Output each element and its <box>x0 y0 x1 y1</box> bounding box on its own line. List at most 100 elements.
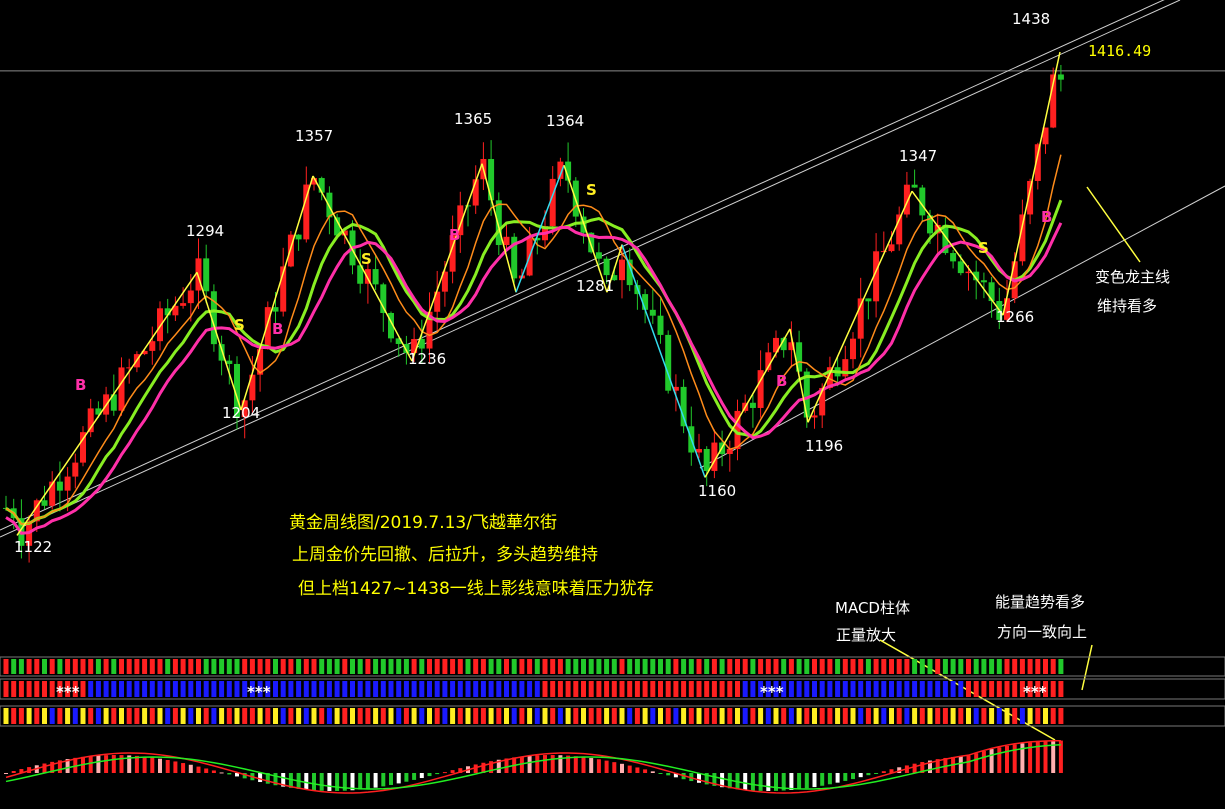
macd-bar <box>604 760 609 773</box>
candle-body <box>203 258 210 292</box>
macd-bar <box>789 773 794 790</box>
trend-strip-bar <box>642 681 648 697</box>
volume-strip-bar <box>26 708 32 724</box>
energy-strip-bar <box>804 659 810 674</box>
candle-body <box>850 338 856 360</box>
volume-strip-bar <box>1050 708 1056 724</box>
macd-bar <box>142 756 147 773</box>
energy-strip-bar <box>80 659 86 674</box>
energy-strip-bar <box>889 659 894 674</box>
trend-strip-bar <box>989 681 995 697</box>
volume-strip-bar <box>581 708 586 724</box>
volume-strip-bar <box>989 708 995 724</box>
trend-strip-bar <box>873 681 879 697</box>
macd-bar <box>435 773 440 775</box>
volume-strip-bar <box>80 708 86 724</box>
energy-strip-bar <box>111 659 117 674</box>
volume-strip-bar <box>134 708 140 724</box>
macd-bar <box>874 773 879 774</box>
volume-strip-bar <box>34 708 40 724</box>
volume-strip-bar <box>326 708 332 724</box>
macd-bar <box>227 773 232 775</box>
volume-strip-bar <box>565 708 571 724</box>
zigzag-segment <box>196 272 242 411</box>
energy-strip-bar <box>442 659 448 674</box>
volume-strip-bar <box>265 708 271 724</box>
zigzag-segment <box>621 244 706 478</box>
trend-strip-bar <box>565 681 571 697</box>
trend-strip-bar <box>480 681 486 697</box>
swing-label-1236: 1236 <box>408 350 446 368</box>
ma-orange-line <box>5 154 1062 525</box>
signal-b: B <box>272 320 283 338</box>
energy-strip-bar <box>350 659 355 674</box>
trend-strip-bar <box>234 681 240 697</box>
volume-strip-bar <box>942 708 948 724</box>
macd-bar <box>974 753 979 773</box>
trend-strip-bar <box>534 681 540 697</box>
trend-strip-bar <box>111 681 117 697</box>
energy-strip-bar <box>280 659 286 674</box>
trend-strip-bar <box>735 681 740 697</box>
volume-strip-bar <box>696 708 702 724</box>
energy-strip-bar <box>750 659 756 674</box>
trend-strip-bar <box>172 681 178 697</box>
candle-body <box>372 269 379 285</box>
energy-strip-bar <box>319 659 325 674</box>
volume-strip-bar <box>188 708 194 724</box>
trend-strip-bar <box>665 681 671 697</box>
energy-strip-bar <box>835 659 841 674</box>
macd-group <box>4 740 1063 791</box>
macd-bar <box>312 773 316 791</box>
trend-strip-bar <box>581 681 586 697</box>
trend-strip-bar <box>119 681 124 697</box>
candle-body <box>696 448 702 453</box>
volume-strip-bar <box>1043 708 1048 724</box>
macd-bar <box>658 773 663 774</box>
volume-strip-bar <box>788 708 794 724</box>
energy-strip-bar <box>65 659 71 674</box>
candle-body <box>41 500 48 506</box>
energy-strip-bar <box>3 659 9 674</box>
energy-strip-bar <box>234 659 240 674</box>
candle-body <box>749 402 756 408</box>
trend-strip-bar <box>1058 681 1064 697</box>
energy-strip-bar <box>989 659 995 674</box>
macd-bar <box>1005 745 1009 773</box>
candle-body <box>865 298 872 302</box>
energy-strip-bar <box>719 659 725 674</box>
energy-strip-bar <box>742 659 748 674</box>
trend-strip-bar <box>457 681 463 697</box>
volume-strip-bar <box>311 708 317 724</box>
trend-strip-bar <box>881 681 887 697</box>
macd-bar <box>150 757 155 773</box>
macd-bar <box>804 773 809 789</box>
energy-strip-bar <box>396 659 402 674</box>
volume-strip-bar <box>588 708 594 724</box>
macd-bar <box>797 773 802 790</box>
energy-strip-bar <box>273 659 278 674</box>
volume-strip-bar <box>950 708 956 724</box>
macd-bar <box>812 773 817 788</box>
energy-strip-bar <box>942 659 948 674</box>
macd-bar <box>981 751 986 773</box>
trend-strip-bar <box>18 681 24 697</box>
swing-label-1204: 1204 <box>222 404 260 422</box>
trend-strip-bar <box>850 681 856 697</box>
trend-strip-bar <box>819 681 825 697</box>
energy-strip-bar <box>180 659 186 674</box>
volume-strip-bar <box>604 708 610 724</box>
energy-strip-bar <box>634 659 640 674</box>
energy-strip-bar <box>873 659 879 674</box>
trend-strip-bar <box>95 681 101 697</box>
trend-strip-bar <box>88 681 94 697</box>
macd-bar <box>158 758 162 773</box>
energy-strip-bar <box>149 659 155 674</box>
volume-strip-bar <box>234 708 240 724</box>
macd-bar <box>196 766 201 773</box>
volume-strip-bar <box>42 708 47 724</box>
energy-strip-bar <box>219 659 225 674</box>
macd-bar <box>635 767 640 773</box>
volume-strip-bar <box>342 708 348 724</box>
trend-strip-bar <box>442 681 448 697</box>
